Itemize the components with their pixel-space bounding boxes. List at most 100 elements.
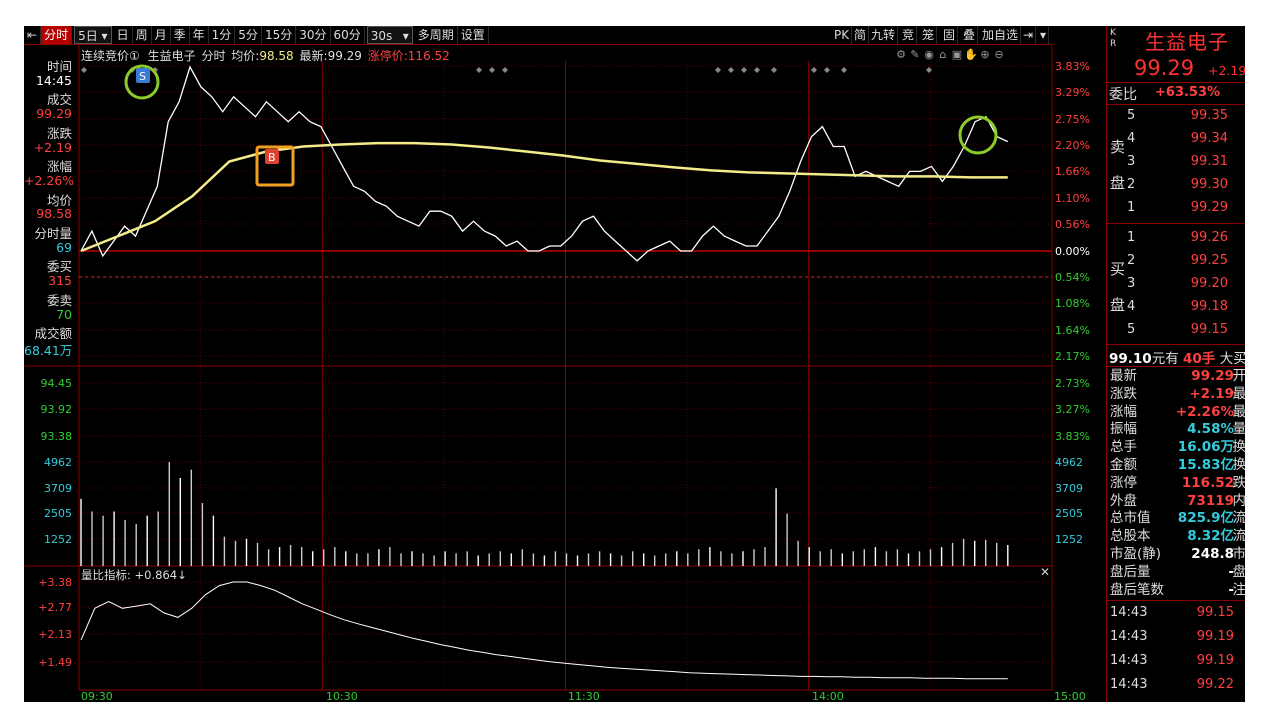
ask-row[interactable]: 4 99.34 (1107, 131, 1245, 153)
stat-key: 盘后量 (1110, 563, 1151, 580)
ask-price: 99.29 (1190, 200, 1228, 215)
stat-value: +2.19 (1189, 385, 1234, 402)
stat-tail: 市 (1232, 546, 1246, 562)
stat-tail: 最 (1232, 403, 1246, 420)
stat-key: 最新 (1110, 368, 1137, 384)
volume-tick-label: 3709 (1055, 482, 1083, 495)
weibi-label: 委比 (1109, 87, 1137, 103)
percent-tick-label: 3.83% (1055, 430, 1090, 443)
stat-key: 总手 (1110, 439, 1137, 456)
hand-icon[interactable]: ✋ (964, 48, 978, 61)
delete-icon[interactable]: ▣ (950, 48, 964, 61)
auction-dot (728, 67, 734, 73)
stock-name-label: 生益电子 (147, 49, 196, 63)
gear-icon[interactable]: ⚙ (894, 48, 908, 61)
bid-row[interactable]: 3 99.20 (1107, 276, 1245, 298)
time-tick-label: 15:00 (1054, 690, 1086, 702)
big-order-qty: 40手 (1183, 351, 1216, 367)
auction-dot (502, 67, 508, 73)
ask-level: 5 (1127, 108, 1136, 123)
auction-dot (489, 67, 495, 73)
stock-terminal-window: ⇤ 分时 5日 ▾ 日 周 月 季 年 1分 5分 15分 30分 60分 30… (24, 26, 1245, 702)
avg-value: 98.58 (259, 49, 294, 63)
stat-row: 盘后笔数 - 注 (1110, 582, 1245, 599)
tick-price: 99.15 (1196, 605, 1234, 620)
big-order-price: 99.10 (1109, 351, 1152, 367)
eye-icon[interactable]: ◉ (922, 48, 936, 61)
bid-price: 99.15 (1190, 322, 1228, 337)
big-order-unit: 元有 (1151, 351, 1179, 367)
lock-icon[interactable]: ⌂ (936, 48, 950, 61)
auction-dot (811, 67, 817, 73)
percent-tick-label: 1.66% (1055, 165, 1090, 178)
bid-row[interactable]: 2 99.25 (1107, 253, 1245, 275)
stat-tail: 流 (1232, 510, 1246, 527)
ask-price: 99.34 (1190, 131, 1228, 146)
stat-key: 振幅 (1110, 421, 1137, 438)
percent-tick-label: 1.10% (1055, 192, 1090, 205)
auction-dot (926, 67, 932, 73)
tick-row: 14:43 99.19 (1107, 629, 1245, 651)
stat-value: 116.52 (1181, 474, 1234, 491)
auction-dot (824, 67, 830, 73)
ask-row[interactable]: 2 99.30 (1107, 177, 1245, 199)
stat-key: 外盘 (1110, 492, 1137, 509)
code-letters: K R (1110, 28, 1117, 49)
tick-row: 14:43 99.19 (1107, 653, 1245, 675)
chart-header: 连续竞价① 生益电子 分时 均价:98.58 最新:99.29 涨停价:116.… (81, 47, 450, 64)
ratio-tick-label: +2.13 (38, 628, 72, 641)
stat-tail: 跌 (1232, 474, 1246, 491)
bid-price: 99.25 (1190, 253, 1228, 268)
volume-tick-label: 1252 (1055, 533, 1083, 546)
bid-row[interactable]: 4 99.18 (1107, 299, 1245, 321)
stat-tail: 最 (1232, 385, 1246, 402)
current-price: 99.29 (1134, 56, 1195, 80)
weibi-value: +63.53% (1155, 85, 1221, 100)
latest-value: 99.29 (327, 49, 362, 63)
zoom-out-icon[interactable]: ⊖ (992, 48, 1006, 61)
stat-row: 外盘 73119 内 (1110, 493, 1245, 510)
percent-tick-label: 0.54% (1055, 271, 1090, 284)
quote-panel: K R 生益电子 99.29 +2.19 委比 +63.53% 卖 盘 5 99.… (1106, 26, 1245, 702)
price-tick-label: 93.92 (40, 403, 73, 416)
volume-tick-label: 4962 (44, 456, 72, 469)
stat-tail: 换 (1232, 457, 1246, 473)
divider (1107, 104, 1245, 105)
time-tick-label: 11:30 (568, 690, 600, 702)
tick-time: 14:43 (1110, 653, 1148, 668)
buy-marker-label: B (268, 151, 276, 164)
stat-tail: 开 (1232, 368, 1246, 384)
bid-row[interactable]: 5 99.15 (1107, 322, 1245, 344)
auction-label[interactable]: 连续竞价① (81, 49, 140, 63)
intraday-chart[interactable]: SB (24, 26, 1106, 702)
limit-label: 涨停价: (367, 49, 408, 63)
limit-value: 116.52 (407, 49, 450, 63)
ask-level: 1 (1127, 200, 1136, 215)
pen-icon[interactable]: ✎ (908, 48, 922, 61)
percent-tick-label: 0.00% (1055, 245, 1090, 258)
percent-tick-label: 2.17% (1055, 350, 1090, 363)
ask-row[interactable]: 5 99.35 (1107, 108, 1245, 130)
ask-price: 99.35 (1190, 108, 1228, 123)
ask-row[interactable]: 3 99.31 (1107, 154, 1245, 176)
stat-value: 15.83亿 (1177, 457, 1234, 473)
stat-row: 涨幅 +2.26% 最 (1110, 404, 1245, 421)
stat-value: 248.8 (1191, 546, 1234, 562)
price-tick-label: 94.45 (40, 377, 73, 390)
divider (1107, 600, 1245, 601)
stat-tail: 量 (1232, 421, 1246, 438)
price-change: +2.19 (1208, 63, 1245, 78)
bid-price: 99.20 (1190, 276, 1228, 291)
zoom-in-icon[interactable]: ⊕ (978, 48, 992, 61)
stat-row: 振幅 4.58% 量 (1110, 421, 1245, 438)
price-tick-label: 93.38 (40, 430, 73, 443)
stat-key: 总市值 (1110, 510, 1151, 527)
auction-dot (771, 67, 777, 73)
divider (1107, 344, 1245, 345)
stat-value: 4.58% (1187, 421, 1234, 438)
ask-row[interactable]: 1 99.29 (1107, 200, 1245, 222)
bid-level: 2 (1127, 253, 1136, 268)
stat-tail: 内 (1232, 492, 1246, 509)
bid-row[interactable]: 1 99.26 (1107, 230, 1245, 252)
close-indicator-icon[interactable]: ✕ (1040, 565, 1050, 579)
